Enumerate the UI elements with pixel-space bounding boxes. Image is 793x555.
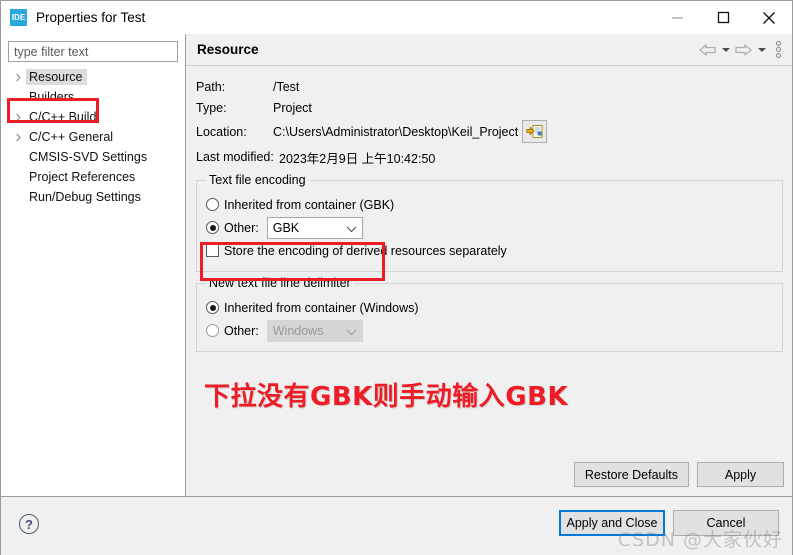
open-folder-icon[interactable] xyxy=(522,120,548,143)
radio-button-selected[interactable] xyxy=(206,221,219,234)
radio-button-selected[interactable] xyxy=(206,301,219,314)
sidebar-item-builders[interactable]: Builders xyxy=(1,87,185,107)
last-modified-label: Last modified: xyxy=(196,150,274,164)
sidebar-item-cpp-general[interactable]: C/C++ General xyxy=(1,127,185,147)
encoding-other-radio-row[interactable]: Other: GBK xyxy=(197,216,782,239)
ide-app-icon: IDE xyxy=(10,9,27,26)
dialog-body: type filter text Resource Builders C/C++… xyxy=(1,34,792,496)
type-row: Type: Project xyxy=(196,97,784,118)
window-title: Properties for Test xyxy=(36,10,146,25)
encoding-combo-value: GBK xyxy=(272,220,300,235)
menu-dot xyxy=(775,41,781,46)
store-derived-checkbox-row[interactable]: Store the encoding of derived resources … xyxy=(197,239,782,262)
menu-dot xyxy=(775,53,781,58)
last-modified-value: 2023年2月9日 上午10:42:50 xyxy=(279,151,436,166)
properties-dialog: IDE Properties for Test type filter text xyxy=(0,0,793,555)
sidebar-item-label: Resource xyxy=(26,69,87,85)
location-label: Location: xyxy=(196,124,247,139)
type-value: Project xyxy=(273,100,312,115)
resource-panel: Resource Path: /Test Type: Project Locat… xyxy=(186,34,792,496)
line-delimiter-group: New text file line delimiter Inherited f… xyxy=(196,276,783,352)
apply-and-close-button[interactable]: Apply and Close xyxy=(559,510,665,536)
close-icon[interactable] xyxy=(746,1,792,34)
apply-button[interactable]: Apply xyxy=(697,462,784,487)
delimiter-other-label: Other: xyxy=(224,323,259,338)
encoding-inherited-label: Inherited from container (GBK) xyxy=(224,197,395,212)
annotation-text: 下拉没有GBK则手动输入GBK xyxy=(204,382,569,412)
last-modified-row: Last modified: 2023年2月9日 上午10:42:50 xyxy=(196,145,784,169)
delimiter-other-radio-row[interactable]: Other: Windows xyxy=(197,319,782,342)
location-value: C:\Users\Administrator\Desktop\Keil_Proj… xyxy=(273,124,519,139)
restore-defaults-button[interactable]: Restore Defaults xyxy=(573,462,689,487)
sidebar-item-label: C/C++ Build xyxy=(29,110,97,124)
sidebar-item-cmsis-svd-settings[interactable]: CMSIS-SVD Settings xyxy=(1,147,185,167)
settings-tree: Resource Builders C/C++ Build C/C++ Gene… xyxy=(1,67,185,207)
sidebar-item-label: CMSIS-SVD Settings xyxy=(29,150,148,164)
type-label: Type: xyxy=(196,100,227,115)
sidebar-item-label: Builders xyxy=(29,90,75,104)
title-bar: IDE Properties for Test xyxy=(1,1,792,34)
chevron-down-icon xyxy=(346,221,357,232)
menu-dot xyxy=(775,47,781,52)
chevron-down-icon xyxy=(346,324,357,335)
sidebar-item-label: C/C++ General xyxy=(29,130,114,144)
sidebar-item-project-references[interactable]: Project References xyxy=(1,167,185,187)
maximize-icon[interactable] xyxy=(700,1,746,34)
sidebar-item-label: Run/Debug Settings xyxy=(29,190,141,204)
delimiter-combo-value: Windows xyxy=(272,323,324,338)
panel-navigation xyxy=(698,34,786,65)
view-menu-icon[interactable] xyxy=(770,40,786,59)
filter-placeholder-text: type filter text xyxy=(14,44,89,59)
sidebar-item-resource[interactable]: Resource xyxy=(1,67,185,87)
back-history-chevron-down-icon[interactable] xyxy=(719,40,732,59)
sidebar-item-cpp-build[interactable]: C/C++ Build xyxy=(1,107,185,127)
delimiter-combo-box: Windows xyxy=(266,319,363,342)
settings-sidebar: type filter text Resource Builders C/C++… xyxy=(1,34,186,496)
radio-button[interactable] xyxy=(206,324,219,337)
forward-history-chevron-down-icon[interactable] xyxy=(755,40,768,59)
panel-content: Path: /Test Type: Project Location: C:\U… xyxy=(186,66,792,496)
delimiter-inherited-label: Inherited from container (Windows) xyxy=(224,300,419,315)
sidebar-item-label: Project References xyxy=(29,170,136,184)
encoding-inherited-radio-row[interactable]: Inherited from container (GBK) xyxy=(197,193,782,216)
page-title: Resource xyxy=(197,42,259,57)
encoding-combo-box[interactable]: GBK xyxy=(266,216,363,239)
minimize-icon[interactable] xyxy=(654,1,700,34)
checkbox[interactable] xyxy=(206,244,219,257)
chevron-right-icon[interactable] xyxy=(11,73,26,82)
path-row: Path: /Test xyxy=(196,76,784,97)
store-derived-label: Store the encoding of derived resources … xyxy=(224,243,507,258)
filter-input[interactable]: type filter text xyxy=(8,41,178,62)
group-title: Text file encoding xyxy=(206,173,309,187)
group-title: New text file line delimiter xyxy=(206,276,354,290)
path-value: /Test xyxy=(273,79,300,94)
panel-action-buttons: Restore Defaults Apply xyxy=(573,462,784,487)
forward-arrow-icon[interactable] xyxy=(734,40,753,59)
encoding-other-label: Other: xyxy=(224,220,259,235)
sidebar-item-run-debug-settings[interactable]: Run/Debug Settings xyxy=(1,187,185,207)
location-row: Location: C:\Users\Administrator\Desktop… xyxy=(196,118,784,145)
chevron-right-icon[interactable] xyxy=(11,133,26,142)
back-arrow-icon[interactable] xyxy=(698,40,717,59)
text-file-encoding-group: Text file encoding Inherited from contai… xyxy=(196,173,783,272)
help-icon[interactable]: ? xyxy=(19,514,39,534)
dialog-footer: ? Apply and Close Cancel xyxy=(1,496,792,555)
path-label: Path: xyxy=(196,79,226,94)
chevron-right-icon[interactable] xyxy=(11,113,26,122)
delimiter-inherited-radio-row[interactable]: Inherited from container (Windows) xyxy=(197,296,782,319)
panel-header: Resource xyxy=(186,34,792,66)
radio-button[interactable] xyxy=(206,198,219,211)
footer-buttons: Apply and Close Cancel xyxy=(559,510,779,536)
cancel-button[interactable]: Cancel xyxy=(673,510,779,536)
window-controls xyxy=(654,1,792,34)
